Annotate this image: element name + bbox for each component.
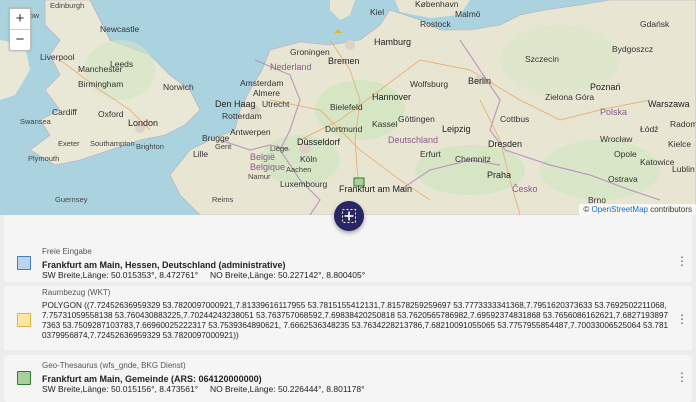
map-label: Amsterdam bbox=[240, 78, 284, 88]
map-label: Den Haag bbox=[215, 99, 256, 109]
map-label: Düsseldorf bbox=[297, 137, 341, 147]
map-label: Wolfsburg bbox=[410, 79, 449, 89]
map-label: Newcastle bbox=[100, 24, 140, 34]
map-label: Frankfurt am Main bbox=[339, 184, 413, 194]
map-label: Oxford bbox=[98, 109, 124, 119]
map-label: Brighton bbox=[136, 142, 164, 151]
map-label: Liverpool bbox=[40, 52, 75, 62]
result-wkt: POLYGON ((7.72452636959329 53.7820097000… bbox=[42, 300, 669, 341]
map-label: Szczecin bbox=[525, 54, 560, 64]
map-label: Southampton bbox=[90, 139, 135, 148]
map-label: Rotterdam bbox=[222, 111, 262, 121]
map-label: Malmö bbox=[455, 9, 481, 19]
zoom-out-button[interactable]: − bbox=[10, 29, 30, 50]
zoom-in-button[interactable]: + bbox=[10, 9, 30, 29]
map-label: Luxembourg bbox=[280, 179, 328, 189]
result-card[interactable]: Raumbezug (WKT) POLYGON ((7.724526369593… bbox=[4, 286, 692, 350]
map-label: Norwich bbox=[163, 82, 194, 92]
map-label: Poznań bbox=[590, 82, 621, 92]
map-label: København bbox=[415, 0, 459, 9]
map-label: Göttingen bbox=[398, 114, 435, 124]
map-label: Radom bbox=[670, 119, 696, 129]
map-label: Polska bbox=[600, 107, 628, 117]
map-label: Swansea bbox=[20, 117, 51, 126]
map-label: Rostock bbox=[420, 19, 451, 29]
map-label: Birmingham bbox=[78, 79, 124, 89]
map-label: Belgique bbox=[250, 162, 286, 172]
map-label: België bbox=[250, 152, 276, 162]
map-label: Bremen bbox=[328, 56, 360, 66]
result-card[interactable]: Geo-Thesaurus (wfs_gnde, BKG Dienst) Fra… bbox=[4, 355, 692, 402]
map-label: Ostrava bbox=[608, 174, 638, 184]
map-label: Gdańsk bbox=[640, 19, 670, 29]
result-title: Frankfurt am Main, Gemeinde (ARS: 064120… bbox=[42, 373, 262, 384]
map-label: Guernsey bbox=[55, 195, 88, 204]
map-label: Edinburgh bbox=[50, 1, 85, 10]
map-view[interactable]: Edinburgh Glasgow Newcastle Leeds Liverp… bbox=[0, 0, 696, 215]
color-swatch bbox=[17, 371, 31, 385]
map-label: Bielefeld bbox=[330, 102, 363, 112]
map-label: Reims bbox=[212, 195, 234, 204]
map-label: Hannover bbox=[372, 92, 412, 102]
map-label: Zielona Góra bbox=[545, 92, 595, 102]
map-label: Aachen bbox=[286, 165, 312, 174]
map-label: Köln bbox=[300, 154, 318, 164]
map-label: Kiel bbox=[370, 7, 385, 17]
map-label: Wrocław bbox=[600, 134, 633, 144]
result-coords: SW Breite,Länge: 50.015353°, 8.472761° N… bbox=[42, 270, 366, 280]
map-label: Łódź bbox=[640, 124, 659, 134]
color-swatch bbox=[17, 313, 31, 327]
map-label: Manchester bbox=[78, 64, 123, 74]
color-swatch bbox=[17, 256, 31, 270]
map-label: Praha bbox=[487, 170, 512, 180]
map-label: Exeter bbox=[58, 139, 80, 148]
results-panel: Freie Eingabe Frankfurt am Main, Hessen,… bbox=[0, 215, 696, 402]
map-label: Utrecht bbox=[262, 99, 290, 109]
map-label: Nederland bbox=[270, 62, 312, 72]
map-label: Kassel bbox=[372, 119, 398, 129]
more-options-icon[interactable]: ⋮ bbox=[676, 371, 688, 383]
result-category: Raumbezug (WKT) bbox=[42, 288, 111, 297]
map-label: London bbox=[128, 118, 159, 128]
map-label: Antwerpen bbox=[230, 127, 271, 137]
map-label: Warszawa bbox=[648, 99, 690, 109]
map-label: Cardiff bbox=[52, 107, 77, 117]
map-label: Dresden bbox=[488, 139, 523, 149]
map-label: Dortmund bbox=[325, 124, 363, 134]
more-options-icon[interactable]: ⋮ bbox=[676, 255, 688, 267]
map-label: Gent bbox=[215, 142, 232, 151]
map-label: Kielce bbox=[668, 139, 692, 149]
map-label: Namur bbox=[248, 172, 271, 181]
map-label: Katowice bbox=[640, 157, 675, 167]
map-label: Plymouth bbox=[28, 154, 60, 163]
map-label: Almere bbox=[253, 88, 280, 98]
map-label: Berlin bbox=[468, 76, 492, 86]
map-label: Opole bbox=[614, 149, 637, 159]
result-coords: SW Breite,Länge: 50.015156°, 8.473561° N… bbox=[42, 384, 365, 394]
result-title: Frankfurt am Main, Hessen, Deutschland (… bbox=[42, 259, 286, 270]
map-label: Chemnitz bbox=[455, 154, 491, 164]
more-options-icon[interactable]: ⋮ bbox=[676, 313, 688, 325]
map-attribution: © OpenStreetMap contributors bbox=[579, 204, 696, 215]
map-label: Lublin bbox=[672, 164, 695, 174]
crosshair-plus-icon bbox=[342, 209, 356, 223]
map-label: Bydgoszcz bbox=[612, 44, 654, 54]
result-category: Freie Eingabe bbox=[42, 247, 92, 256]
map-label: Groningen bbox=[290, 47, 330, 57]
map-label: Hamburg bbox=[374, 37, 412, 47]
map-label: Liège bbox=[270, 144, 289, 153]
zoom-control: + − bbox=[9, 8, 31, 51]
result-category: Geo-Thesaurus (wfs_gnde, BKG Dienst) bbox=[42, 361, 186, 370]
attribution-suffix: contributors bbox=[647, 205, 692, 214]
draw-area-button[interactable] bbox=[334, 201, 364, 231]
map-label: Leipzig bbox=[442, 124, 471, 134]
openstreetmap-link[interactable]: OpenStreetMap bbox=[591, 205, 647, 214]
map-label: Erfurt bbox=[420, 149, 441, 159]
map-label: Cottbus bbox=[500, 114, 530, 124]
map-label: Česko bbox=[512, 184, 538, 194]
map-label: Lille bbox=[193, 149, 209, 159]
map-label: Deutschland bbox=[388, 135, 439, 145]
